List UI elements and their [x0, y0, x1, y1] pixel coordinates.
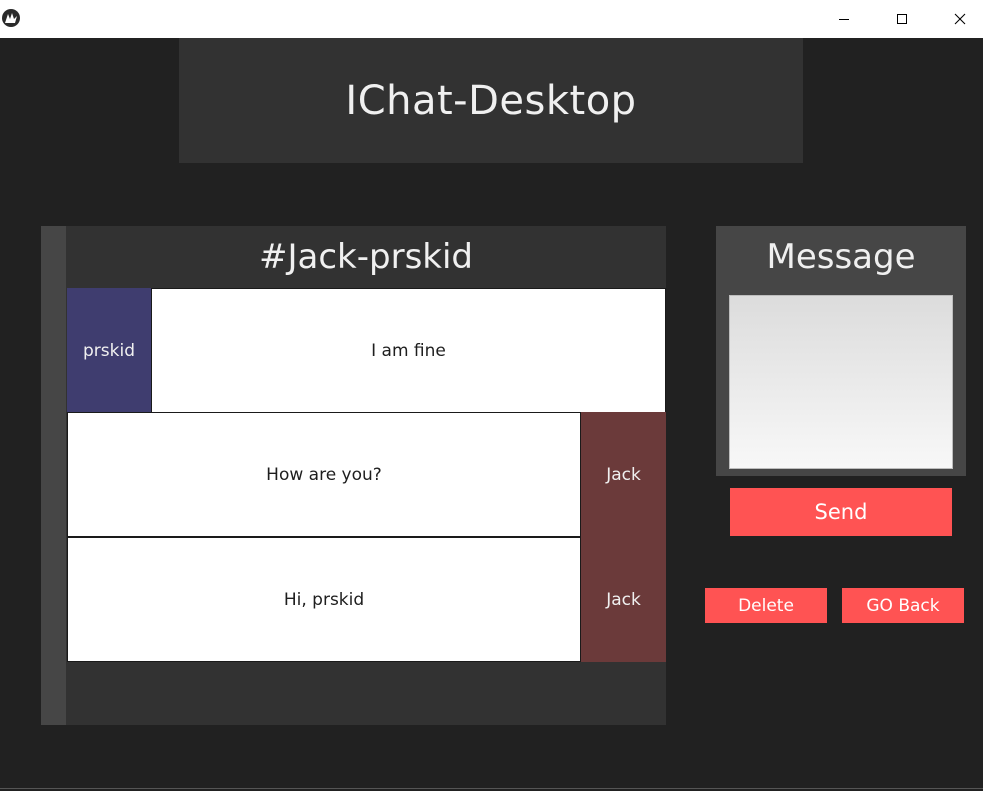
message-sender: prskid: [67, 288, 151, 413]
message-text: How are you?: [67, 412, 581, 537]
chat-title: #Jack-prskid: [259, 237, 473, 277]
message-text: Hi, prskid: [67, 537, 581, 662]
app-title: IChat-Desktop: [345, 77, 637, 124]
chat-scrollbar[interactable]: [41, 226, 66, 725]
message-sender: Jack: [581, 412, 666, 537]
close-icon: [954, 13, 966, 25]
app-header: IChat-Desktop: [179, 38, 803, 163]
minimize-icon: [839, 19, 849, 20]
go-back-button[interactable]: GO Back: [842, 588, 964, 623]
compose-panel: Message: [716, 226, 966, 476]
window-bottom-edge: [0, 788, 983, 789]
maximize-button[interactable]: [873, 0, 931, 38]
message-input[interactable]: [729, 295, 953, 469]
delete-button[interactable]: Delete: [705, 588, 827, 623]
message-sender: Jack: [581, 537, 666, 662]
close-button[interactable]: [931, 0, 983, 38]
compose-label: Message: [766, 237, 916, 277]
window-titlebar: [0, 0, 983, 38]
minimize-button[interactable]: [815, 0, 873, 38]
kivy-logo-icon: [2, 9, 20, 27]
chat-message: Hi, prskid Jack: [67, 537, 666, 662]
message-text: I am fine: [151, 288, 666, 413]
chat-panel: #Jack-prskid prskid I am fine How are yo…: [41, 226, 666, 725]
maximize-icon: [897, 14, 907, 24]
send-button[interactable]: Send: [730, 488, 952, 536]
chat-message: prskid I am fine: [67, 288, 666, 413]
chat-message: How are you? Jack: [67, 412, 666, 537]
